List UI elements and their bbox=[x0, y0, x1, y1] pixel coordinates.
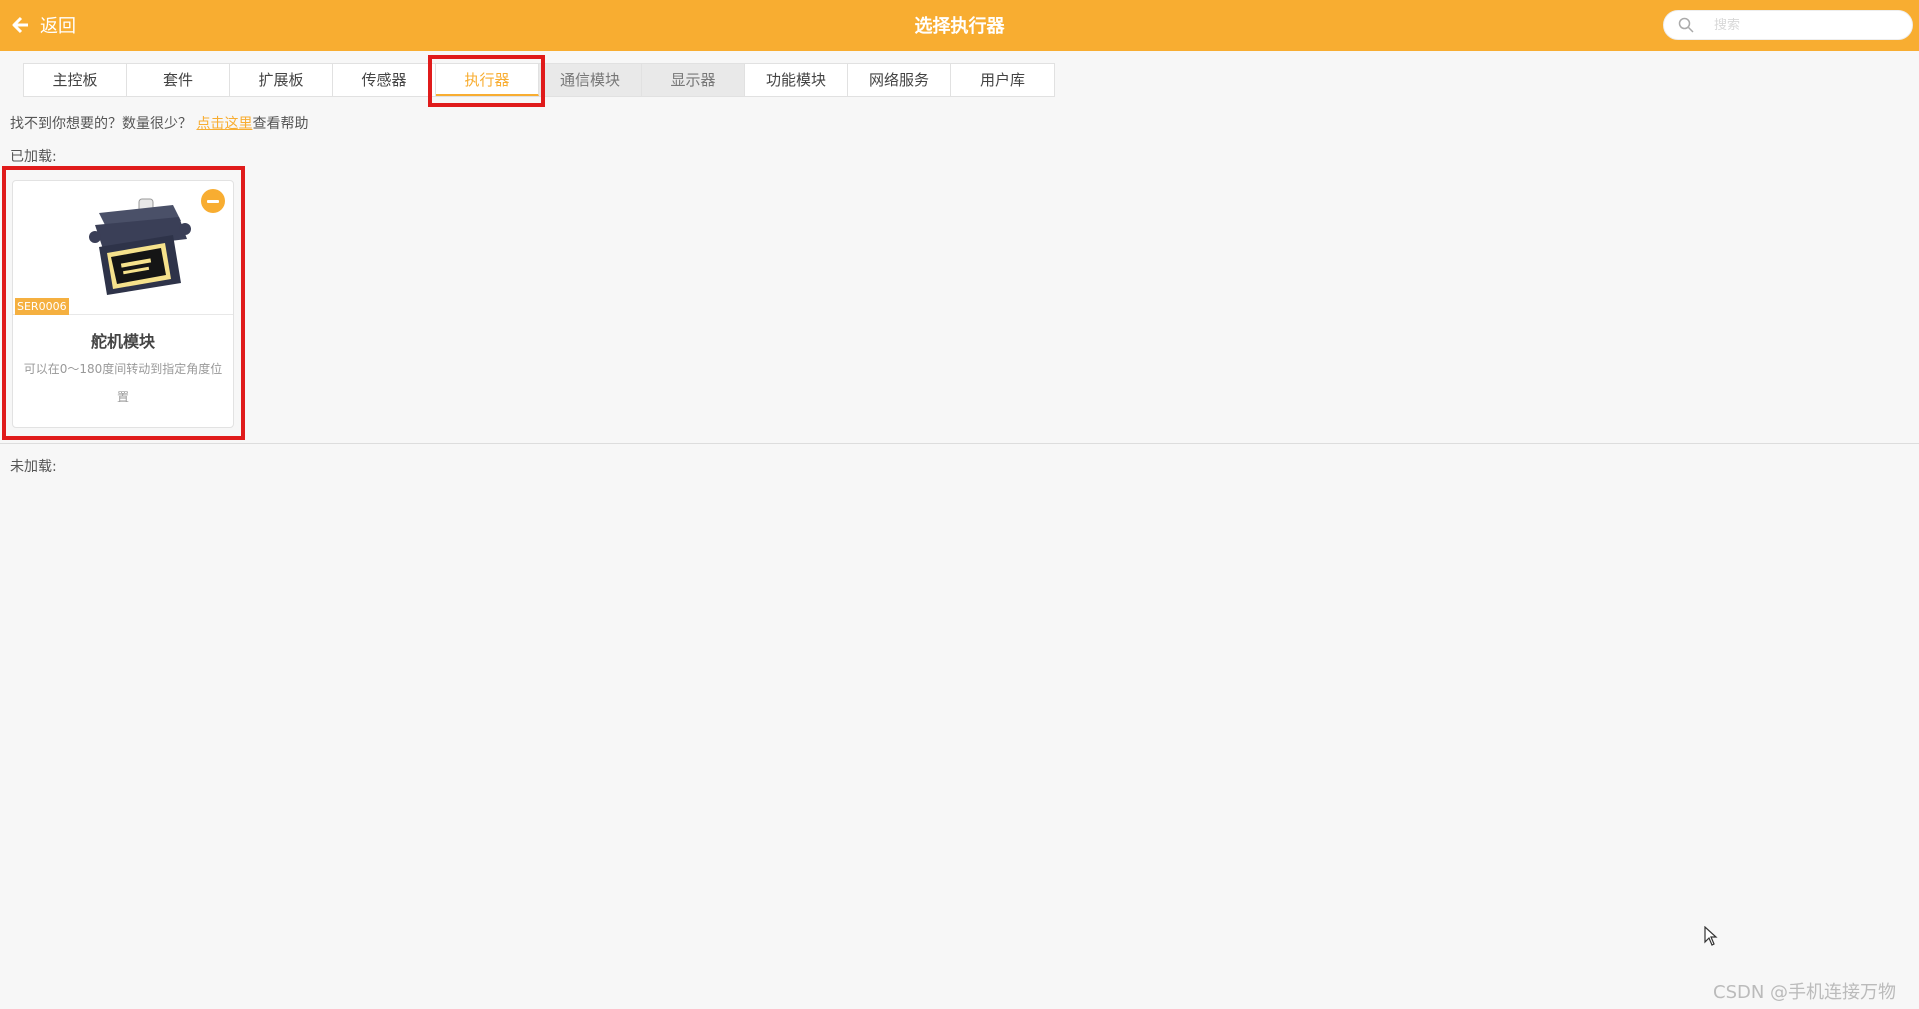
watermark: CSDN @手机连接万物 bbox=[1713, 982, 1897, 1003]
tab-communication-module[interactable]: 通信模块 bbox=[539, 64, 642, 96]
tab-sensor[interactable]: 传感器 bbox=[333, 64, 436, 96]
section-divider bbox=[0, 443, 1919, 444]
tab-network-service[interactable]: 网络服务 bbox=[848, 64, 951, 96]
help-suffix: 查看帮助 bbox=[252, 116, 309, 132]
tab-display[interactable]: 显示器 bbox=[642, 64, 745, 96]
page-title: 选择执行器 bbox=[914, 16, 1005, 37]
card-highlight-box bbox=[2, 166, 245, 440]
search-icon bbox=[1678, 17, 1694, 33]
mouse-cursor-icon bbox=[1704, 926, 1718, 946]
help-link[interactable]: 点击这里 bbox=[196, 116, 252, 132]
search-input[interactable] bbox=[1714, 17, 1904, 33]
loaded-section-label: 已加载: bbox=[10, 149, 57, 165]
unloaded-section-label: 未加载: bbox=[10, 459, 57, 475]
tab-kit[interactable]: 套件 bbox=[127, 64, 230, 96]
top-bar: 返回 选择执行器 bbox=[0, 0, 1919, 51]
tab-main-board[interactable]: 主控板 bbox=[24, 64, 127, 96]
tab-function-module[interactable]: 功能模块 bbox=[745, 64, 848, 96]
tab-expansion-board[interactable]: 扩展板 bbox=[230, 64, 333, 96]
tab-user-library[interactable]: 用户库 bbox=[951, 64, 1054, 96]
tab-highlight-box bbox=[428, 55, 545, 107]
help-text: 找不到你想要的？数量很少？ 点击这里查看帮助 bbox=[10, 113, 308, 133]
help-prefix: 找不到你想要的？数量很少？ bbox=[10, 116, 192, 132]
search-box[interactable] bbox=[1663, 10, 1913, 40]
